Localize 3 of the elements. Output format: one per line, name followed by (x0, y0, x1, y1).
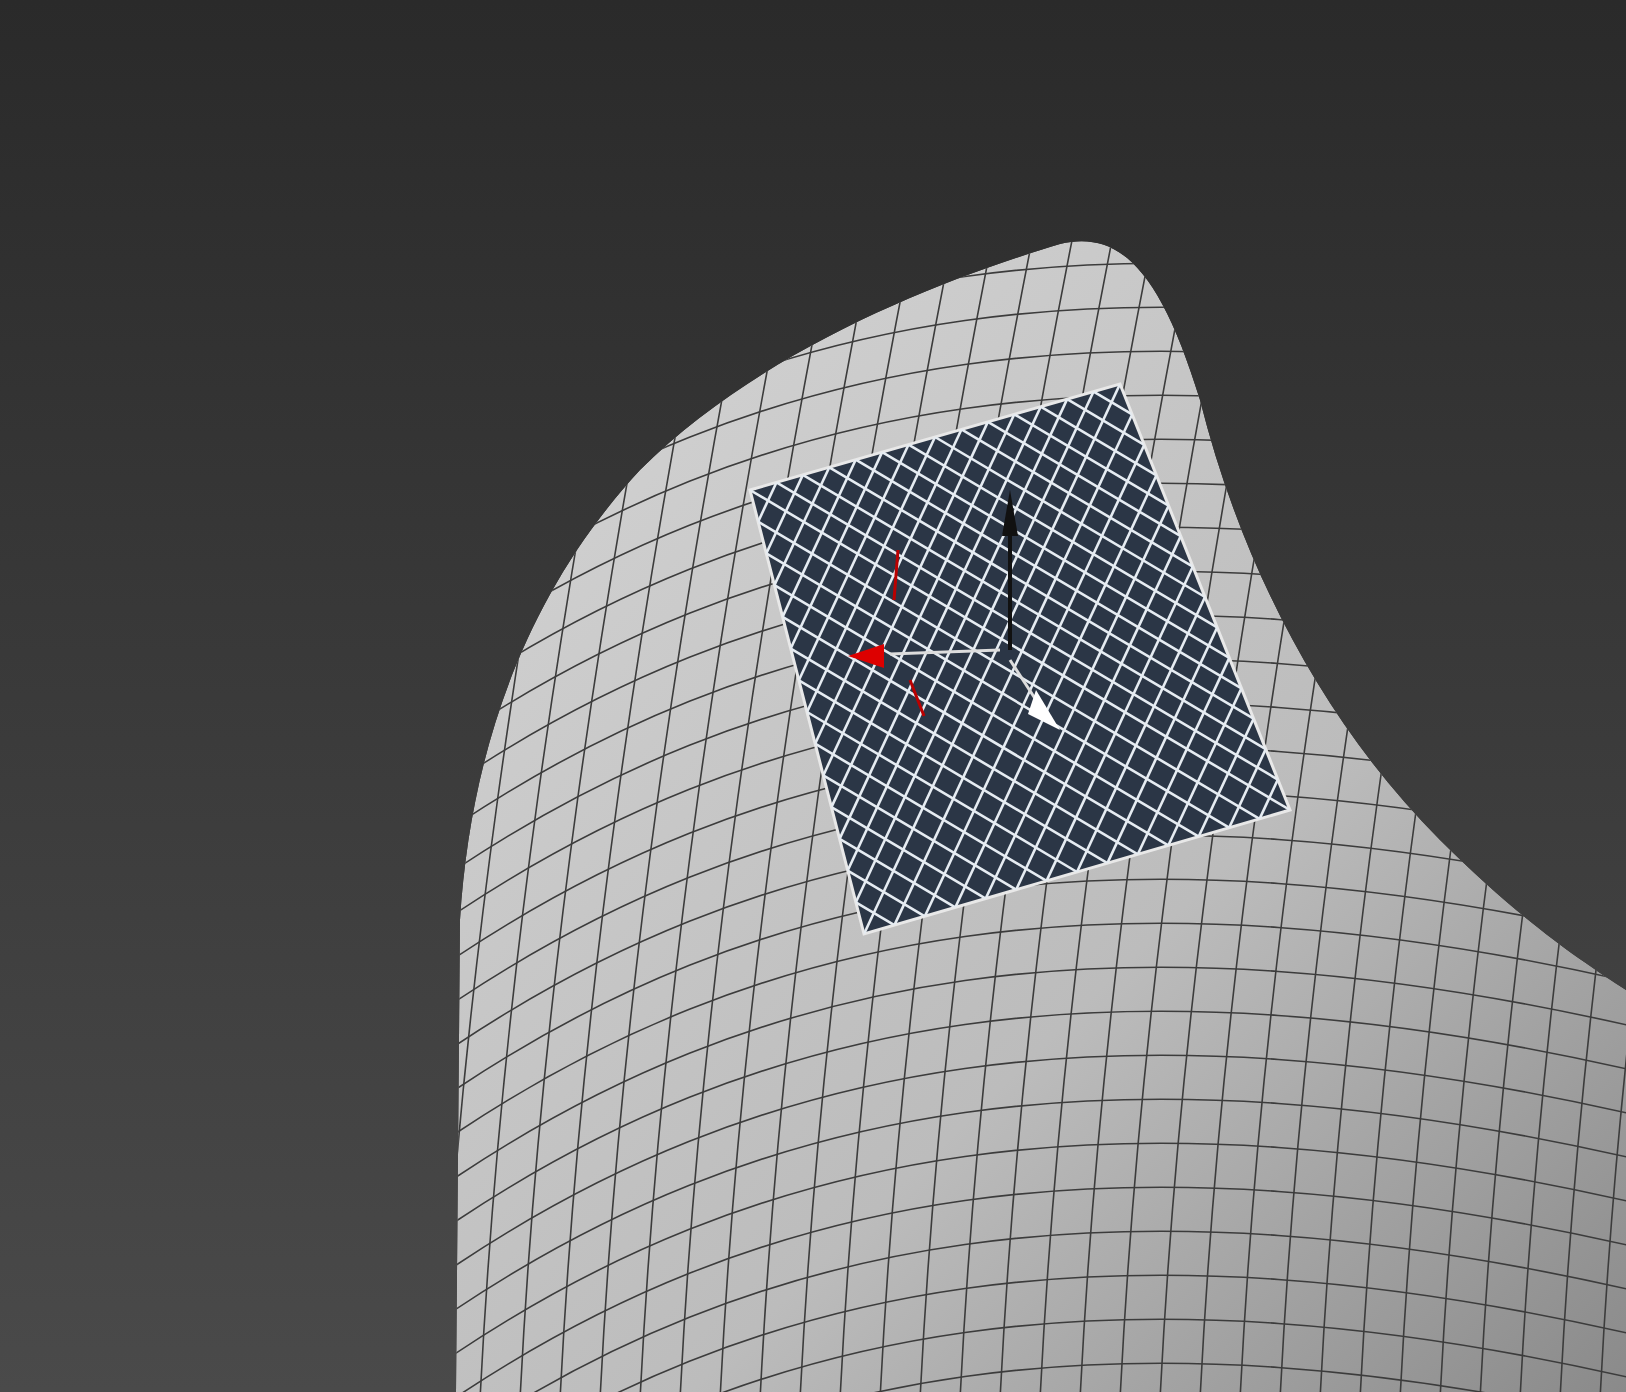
move-gizmo-icon[interactable] (848, 490, 1060, 730)
selected-plane[interactable] (748, 382, 1292, 936)
3d-viewport[interactable] (0, 0, 1626, 1392)
